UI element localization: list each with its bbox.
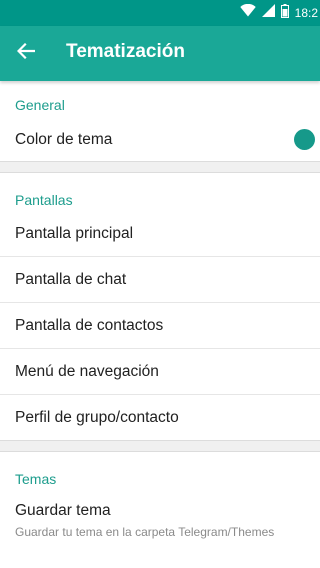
setting-subtitle: Guardar tu tema en la carpeta Telegram/T… [15, 525, 275, 539]
wifi-icon [239, 3, 256, 22]
status-bar: 18:2 [0, 0, 320, 26]
app-bar: Tematización [0, 26, 320, 81]
setting-row-theme-color[interactable]: Color de tema [0, 117, 320, 163]
setting-label: Menú de navegación [15, 363, 159, 380]
status-time: 18:2 [294, 6, 318, 20]
theme-color-toggle[interactable] [294, 129, 315, 150]
setting-label: Pantalla principal [15, 225, 134, 242]
page-title: Tematización [66, 41, 185, 62]
setting-label: Color de tema [15, 131, 113, 148]
battery-icon [280, 3, 289, 23]
arrow-left-icon [16, 42, 36, 64]
section-header-general: General [15, 97, 65, 113]
back-button[interactable] [8, 35, 44, 71]
setting-label: Pantalla de contactos [15, 317, 164, 334]
setting-row-main-screen[interactable]: Pantalla principal [0, 211, 320, 257]
section-divider [0, 440, 320, 452]
section-header-screens: Pantallas [15, 192, 73, 208]
setting-label: Perfil de grupo/contacto [15, 409, 179, 426]
setting-label: Guardar tema [15, 502, 111, 519]
signal-icon [261, 4, 275, 22]
setting-row-chat-screen[interactable]: Pantalla de chat [0, 257, 320, 303]
setting-row-save-theme[interactable]: Guardar tema Guardar tu tema en la carpe… [0, 488, 320, 568]
setting-row-profile[interactable]: Perfil de grupo/contacto [0, 395, 320, 441]
setting-row-contacts-screen[interactable]: Pantalla de contactos [0, 303, 320, 349]
section-header-themes: Temas [15, 471, 57, 487]
section-divider [0, 161, 320, 173]
setting-label: Pantalla de chat [15, 271, 127, 288]
setting-row-navigation-menu[interactable]: Menú de navegación [0, 349, 320, 395]
status-icons: 18:2 [239, 0, 320, 26]
